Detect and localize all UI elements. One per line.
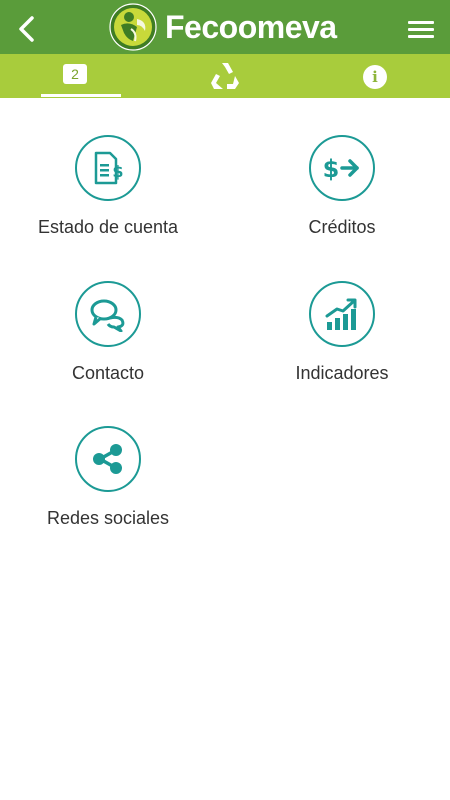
- estado-icon-circle: $: [75, 135, 141, 201]
- brand: Fecoomeva: [109, 3, 337, 51]
- back-button[interactable]: [10, 12, 44, 46]
- svg-text:$: $: [323, 155, 340, 183]
- creditos-icon-circle: $: [309, 135, 375, 201]
- tab-bar: 2 i: [0, 54, 450, 98]
- menu-item-indicadores[interactable]: Indicadores: [234, 281, 450, 411]
- hamburger-menu-icon: [408, 21, 434, 24]
- brand-name: Fecoomeva: [165, 9, 337, 45]
- menu-item-creditos[interactable]: $ Créditos: [234, 135, 450, 265]
- chevron-left-icon: [19, 16, 34, 42]
- fecoomeva-logo: [109, 3, 157, 51]
- app-bar: Fecoomeva: [0, 0, 450, 54]
- menu-label: Redes sociales: [46, 508, 170, 528]
- bar-chart-growth-icon: [325, 298, 357, 330]
- menu-label: Créditos: [308, 217, 376, 237]
- share-icon: [93, 444, 122, 474]
- menu-item-estado-de-cuenta[interactable]: $ Estado de cuenta: [0, 135, 220, 265]
- recycle-triangle-icon: [211, 63, 239, 89]
- chat-bubbles-icon: [90, 299, 125, 332]
- notification-badge: 2: [63, 64, 87, 84]
- tab-notifications[interactable]: 2: [0, 54, 150, 98]
- menu-label: Contacto: [71, 363, 145, 383]
- tab-home[interactable]: [150, 54, 300, 98]
- account-statement-icon: $: [94, 151, 124, 185]
- info-icon: i: [363, 65, 387, 89]
- menu-label: Estado de cuenta: [37, 217, 179, 237]
- menu-button[interactable]: [404, 16, 438, 42]
- menu-label: Indicadores: [295, 363, 389, 383]
- redes-icon-circle: [75, 426, 141, 492]
- tab-info[interactable]: i: [300, 54, 450, 98]
- menu-item-contacto[interactable]: Contacto: [0, 281, 220, 411]
- credit-transfer-icon: $: [323, 155, 359, 183]
- svg-text:$: $: [112, 162, 123, 181]
- menu-item-redes-sociales[interactable]: Redes sociales: [0, 426, 220, 556]
- indicadores-icon-circle: [309, 281, 375, 347]
- active-tab-indicator: [41, 94, 121, 97]
- contacto-icon-circle: [75, 281, 141, 347]
